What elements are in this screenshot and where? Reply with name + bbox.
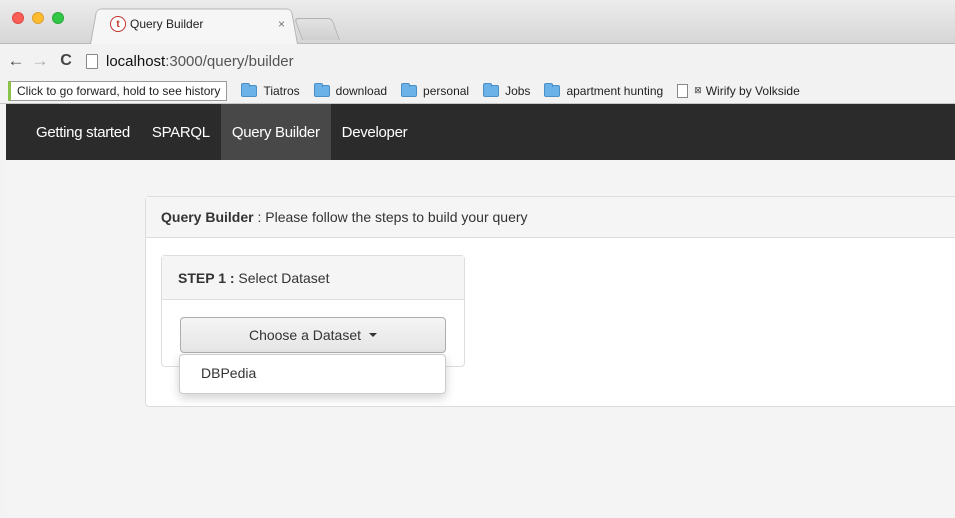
bookmark-label: personal [423,83,470,98]
dataset-dropdown-menu: DBPedia [179,354,446,394]
bookmarks-bar: Click to go forward, hold to see history… [0,78,955,104]
caret-down-icon [369,333,378,337]
step-heading: STEP 1 : Select Dataset [162,256,464,300]
url-host: localhost [106,52,166,70]
bookmark-jobs[interactable]: Jobs [483,82,531,98]
browser-titlebar: t Query Builder × [0,0,955,44]
bookmark-label: Wirify by Volkside [705,83,800,98]
page-icon [677,83,689,98]
nav-getting-started[interactable]: Getting started [6,104,141,160]
wirify-glyph-icon: ⊠ [694,85,702,95]
minimize-window-button[interactable] [32,12,44,24]
main-content: Query Builder : Please follow the steps … [6,160,955,518]
bookmark-wirify[interactable]: ⊠ Wirify by Volkside [677,83,800,98]
folder-icon [241,82,258,97]
tab-title: Query Builder [130,17,204,31]
menu-item-dbpedia[interactable]: DBPedia [180,365,445,381]
panel-heading-text: : Please follow the steps to build your … [253,209,528,225]
new-tab-button[interactable] [293,18,341,40]
panel-heading: Query Builder : Please follow the steps … [146,197,955,238]
nav-query-builder[interactable]: Query Builder [220,104,331,160]
app-navbar: Getting started SPARQL Query Builder Dev… [6,104,955,160]
bookmark-label: apartment hunting [566,83,664,98]
browser-toolbar: ← → C localhost:3000/query/builder [0,44,955,78]
bookmark-label: Tiatros [263,83,300,98]
reload-icon[interactable]: C [56,52,76,70]
back-arrow-icon[interactable]: ← [6,51,26,71]
folder-icon [483,82,500,97]
url-path: :3000/query/builder [165,52,294,70]
bookmark-label: Jobs [505,83,531,98]
forward-tooltip: Click to go forward, hold to see history [8,80,228,101]
address-bar[interactable]: localhost:3000/query/builder [86,49,955,73]
bookmark-label: download [335,83,388,98]
bookmark-download[interactable]: download [313,82,388,98]
tab-close-icon[interactable]: × [278,17,285,31]
step-title: Select Dataset [234,269,330,286]
site-favicon-icon: t [110,16,126,32]
folder-icon [544,82,561,97]
nav-developer[interactable]: Developer [331,104,419,160]
page-icon [86,53,98,69]
bookmark-apartment-hunting[interactable]: apartment hunting [544,82,664,98]
nav-sparql[interactable]: SPARQL [141,104,221,160]
panel-heading-title: Query Builder [161,209,254,225]
forward-arrow-icon[interactable]: → [30,51,50,71]
folder-icon [313,82,330,97]
step-number: STEP 1 : [178,269,235,286]
folder-icon [401,82,418,97]
bookmark-tiatros[interactable]: Tiatros [241,82,300,98]
bookmark-personal[interactable]: personal [401,82,470,98]
zoom-window-button[interactable] [52,12,64,24]
close-window-button[interactable] [12,12,24,24]
choose-dataset-button[interactable]: Choose a Dataset [180,317,446,353]
dropdown-label: Choose a Dataset [248,327,362,343]
browser-tab-content[interactable]: t Query Builder × [100,10,295,38]
step-panel: STEP 1 : Select Dataset Choose a Dataset [161,255,465,367]
